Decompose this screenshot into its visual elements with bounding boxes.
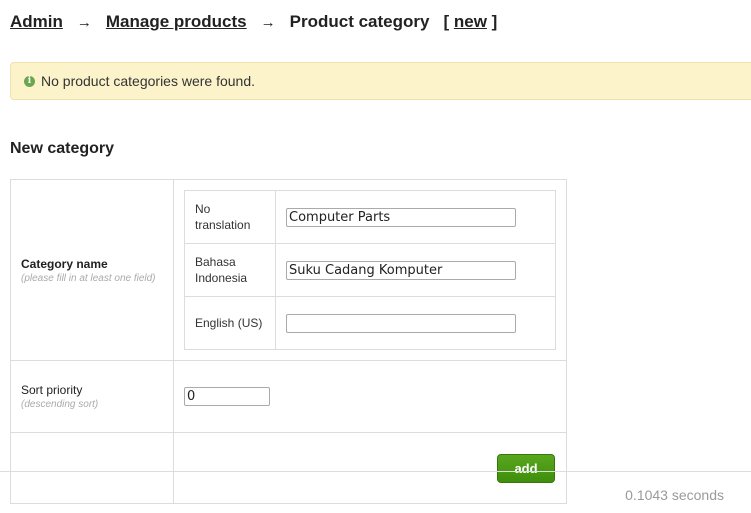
english-us-name-input[interactable] (286, 313, 516, 333)
sort-priority-hint: (descending sort) (21, 399, 99, 410)
footer-divider (0, 471, 751, 472)
page-timing: 0.1043 seconds (625, 487, 724, 503)
breadcrumb-current-page: Product category (289, 12, 430, 31)
language-label: No translation (184, 190, 276, 244)
category-name-value-cell: No translation Bahasa Indonesia (173, 179, 567, 361)
sort-priority-label: Sort priority (21, 383, 83, 397)
language-label-line: Indonesia (195, 271, 248, 285)
language-label-line: translation (195, 218, 251, 232)
translation-row: English (US) (184, 296, 556, 350)
category-name-label-cell: Category name (please fill in at least o… (10, 179, 174, 361)
language-label: Bahasa Indonesia (184, 243, 276, 297)
language-label-line: English (US) (195, 316, 263, 330)
breadcrumb-admin-link[interactable]: Admin (10, 12, 63, 31)
translations-table: No translation Bahasa Indonesia (184, 190, 556, 350)
translation-input-cell (275, 296, 556, 350)
notice-banner: i No product categories were found. (10, 62, 751, 100)
empty-cell (10, 432, 174, 504)
translation-input-cell (275, 243, 556, 297)
breadcrumb-separator: → (76, 14, 92, 31)
breadcrumb-manage-products-link[interactable]: Manage products (106, 12, 247, 31)
category-name-label: Category name (21, 256, 108, 271)
bahasa-indonesia-name-input[interactable] (286, 260, 516, 280)
info-icon: i (24, 75, 35, 87)
action-cell: add (173, 432, 567, 504)
category-name-row: Category name (please fill in at least o… (10, 179, 567, 361)
new-category-link[interactable]: new (454, 12, 487, 31)
translation-row: No translation (184, 190, 556, 244)
no-translation-name-input[interactable] (286, 207, 516, 227)
bracket-open: [ (443, 12, 450, 31)
sort-priority-input[interactable] (184, 387, 270, 406)
action-row: add (10, 432, 567, 504)
language-label: English (US) (184, 296, 276, 350)
sort-priority-row: Sort priority (descending sort) (10, 360, 567, 433)
breadcrumb: Admin → Manage products → Product category[ … (10, 12, 497, 32)
add-button[interactable]: add (497, 453, 555, 483)
breadcrumb-separator: → (260, 14, 276, 31)
translation-row: Bahasa Indonesia (184, 243, 556, 297)
bracket-close: ] (491, 12, 498, 31)
language-label-line: Bahasa (195, 255, 236, 269)
new-category-form: Category name (please fill in at least o… (10, 179, 567, 504)
notice-text: No product categories were found. (41, 73, 256, 89)
sort-priority-value-cell (173, 360, 567, 433)
language-label-line: No (195, 202, 211, 216)
section-heading: New category (10, 140, 115, 157)
sort-priority-label-cell: Sort priority (descending sort) (10, 360, 174, 433)
translation-input-cell (275, 190, 556, 244)
category-name-hint: (please fill in at least one field) (21, 272, 156, 284)
